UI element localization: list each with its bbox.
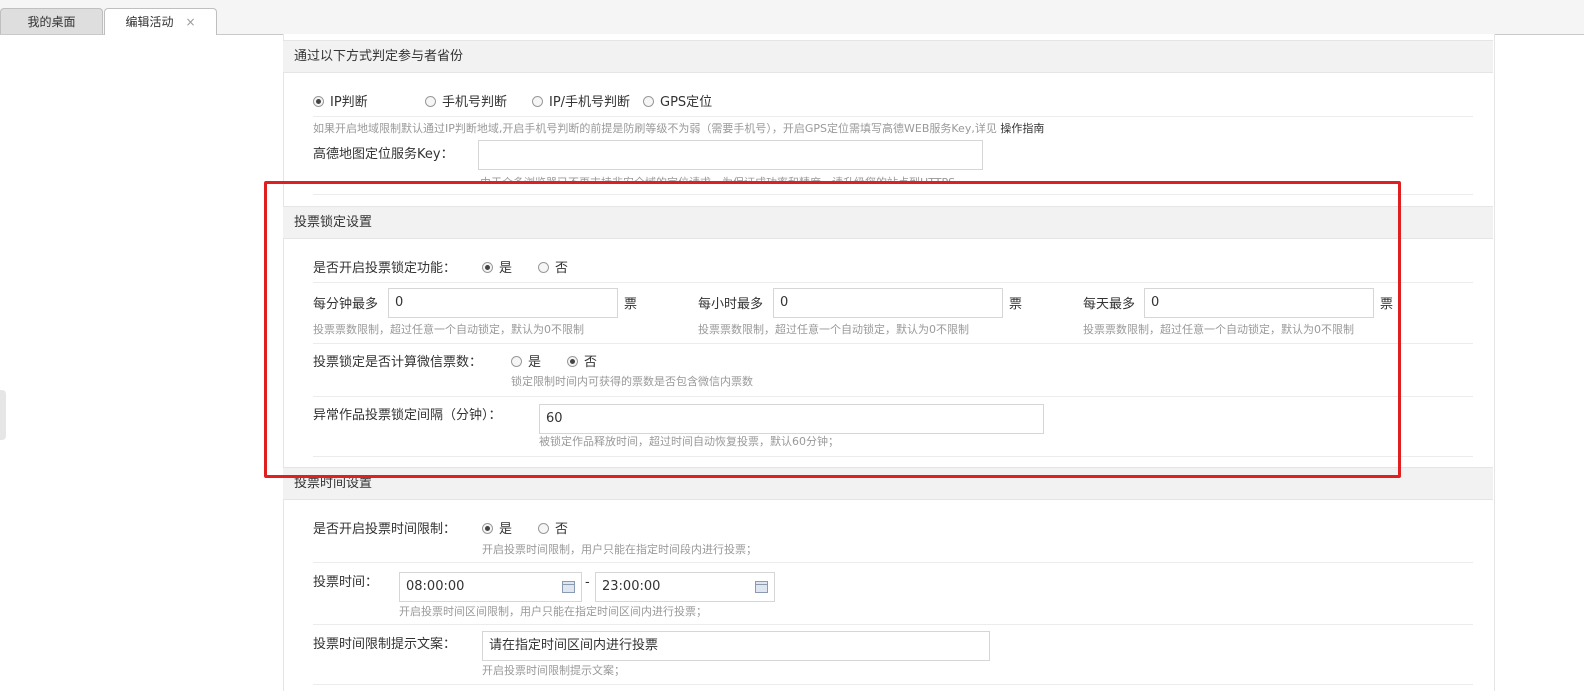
per-day-unit: 票 xyxy=(1380,297,1394,312)
calendar-icon[interactable] xyxy=(755,581,768,593)
tab-edit-activity[interactable]: 编辑活动 × xyxy=(104,8,217,35)
calendar-icon[interactable] xyxy=(562,581,575,593)
divider xyxy=(313,456,1473,457)
lock-section-title: 投票锁定设置 xyxy=(294,215,373,230)
region-option-gps[interactable]: GPS定位 xyxy=(643,91,712,110)
region-option-ip-phone[interactable]: IP/手机号判断 xyxy=(532,91,630,110)
interval-hint: 被锁定作品释放时间，超过时间自动恢复投票，默认60分钟； xyxy=(539,435,839,448)
divider xyxy=(313,116,1473,117)
start-time-value: 08:00:00 xyxy=(406,579,465,594)
region-option-phone[interactable]: 手机号判断 xyxy=(425,91,507,110)
radio-wechat-yes[interactable] xyxy=(511,356,522,367)
time-enable-label: 是否开启投票时间限制： xyxy=(313,522,457,537)
interval-input[interactable]: 60 xyxy=(539,404,1044,434)
divider xyxy=(313,282,1473,283)
time-enable-yes-label: 是 xyxy=(499,522,513,537)
lock-enable-no[interactable]: 否 xyxy=(538,257,568,276)
lock-enable-no-label: 否 xyxy=(555,261,569,276)
time-enable-hint: 开启投票时间限制，用户只能在指定时间段内进行投票； xyxy=(482,543,757,556)
region-section-header: 通过以下方式判定参与者省份 xyxy=(283,40,1493,73)
lock-enable-yes-label: 是 xyxy=(499,261,513,276)
per-hour-label: 每小时最多 xyxy=(698,297,764,312)
divider xyxy=(313,562,1473,563)
guide-link[interactable]: 操作指南 xyxy=(1000,122,1044,135)
region-option-gps-label: GPS定位 xyxy=(660,95,713,110)
wechat-count-no[interactable]: 否 xyxy=(567,351,597,370)
divider xyxy=(313,396,1473,397)
start-time-input[interactable]: 08:00:00 xyxy=(399,572,582,602)
time-enable-yes[interactable]: 是 xyxy=(482,518,512,537)
wechat-count-yes-label: 是 xyxy=(528,355,542,370)
wechat-count-hint: 锁定限制时间内可获得的票数是否包含微信内票数 xyxy=(511,375,753,388)
tab-bar: 我的桌面 编辑活动 × xyxy=(0,0,1584,35)
region-option-ip-label: IP判断 xyxy=(330,95,368,110)
per-minute-unit: 票 xyxy=(624,297,638,312)
per-day-input[interactable]: 0 xyxy=(1144,288,1374,318)
vote-time-label: 投票时间： xyxy=(313,575,379,590)
time-section-title: 投票时间设置 xyxy=(294,476,373,491)
region-option-ip[interactable]: IP判断 xyxy=(313,91,368,110)
tab-my-desktop[interactable]: 我的桌面 xyxy=(0,8,103,34)
radio-lock-yes[interactable] xyxy=(482,262,493,273)
radio-time-no[interactable] xyxy=(538,523,549,534)
region-option-phone-label: 手机号判断 xyxy=(442,95,508,110)
divider xyxy=(313,624,1473,625)
per-minute-label: 每分钟最多 xyxy=(313,297,379,312)
radio-time-yes[interactable] xyxy=(482,523,493,534)
time-tip-hint: 开启投票时间限制提示文案； xyxy=(482,664,625,677)
amap-key-input[interactable] xyxy=(478,140,983,170)
per-day-hint: 投票票数限制，超过任意一个自动锁定，默认为0不限制 xyxy=(1083,323,1354,336)
region-option-ip-phone-label: IP/手机号判断 xyxy=(549,95,631,110)
per-hour-hint: 投票票数限制，超过任意一个自动锁定，默认为0不限制 xyxy=(698,323,969,336)
radio-phone[interactable] xyxy=(425,96,436,107)
divider xyxy=(313,343,1473,344)
region-hint-text: 如果开启地域限制默认通过IP判断地域,开启手机号判断的前提是防刷等级不为弱（需要… xyxy=(313,122,997,135)
sidebar-toggle-handle[interactable] xyxy=(0,390,6,440)
lock-section-header: 投票锁定设置 xyxy=(283,206,1493,239)
tab-edit-activity-label: 编辑活动 xyxy=(125,15,174,29)
divider xyxy=(313,684,1473,685)
per-day-label: 每天最多 xyxy=(1083,297,1136,312)
vote-time-hint: 开启投票时间区间限制，用户只能在指定时间区间内进行投票； xyxy=(399,605,707,618)
radio-ip-phone[interactable] xyxy=(532,96,543,107)
time-range-dash: - xyxy=(585,575,590,590)
radio-ip[interactable] xyxy=(313,96,324,107)
radio-gps[interactable] xyxy=(643,96,654,107)
divider xyxy=(313,194,1473,195)
per-hour-input[interactable]: 0 xyxy=(773,288,1003,318)
time-enable-no[interactable]: 否 xyxy=(538,518,568,537)
end-time-value: 23:00:00 xyxy=(602,579,661,594)
tab-my-desktop-label: 我的桌面 xyxy=(27,15,76,29)
per-minute-input[interactable]: 0 xyxy=(388,288,618,318)
region-hint: 如果开启地域限制默认通过IP判断地域,开启手机号判断的前提是防刷等级不为弱（需要… xyxy=(313,120,1044,136)
radio-wechat-no[interactable] xyxy=(567,356,578,367)
wechat-count-label: 投票锁定是否计算微信票数： xyxy=(313,355,483,370)
lock-enable-yes[interactable]: 是 xyxy=(482,257,512,276)
amap-key-label: 高德地图定位服务Key： xyxy=(313,147,454,162)
time-section-header: 投票时间设置 xyxy=(283,467,1493,500)
end-time-input[interactable]: 23:00:00 xyxy=(595,572,775,602)
wechat-count-no-label: 否 xyxy=(584,355,598,370)
interval-label: 异常作品投票锁定间隔（分钟）： xyxy=(313,408,502,423)
amap-key-hint: 由于众多浏览器已不再支持非安全域的定位请求，为保证成功率和精度，请升级您的站点到… xyxy=(480,176,956,183)
lock-enable-label: 是否开启投票锁定功能： xyxy=(313,261,457,276)
region-section-title: 通过以下方式判定参与者省份 xyxy=(294,49,464,64)
time-tip-label: 投票时间限制提示文案： xyxy=(313,637,457,652)
close-icon[interactable]: × xyxy=(185,15,195,29)
wechat-count-yes[interactable]: 是 xyxy=(511,351,541,370)
per-hour-unit: 票 xyxy=(1009,297,1023,312)
per-minute-hint: 投票票数限制，超过任意一个自动锁定，默认为0不限制 xyxy=(313,323,584,336)
time-enable-no-label: 否 xyxy=(555,522,569,537)
time-tip-input[interactable]: 请在指定时间区间内进行投票 xyxy=(482,631,990,661)
radio-lock-no[interactable] xyxy=(538,262,549,273)
